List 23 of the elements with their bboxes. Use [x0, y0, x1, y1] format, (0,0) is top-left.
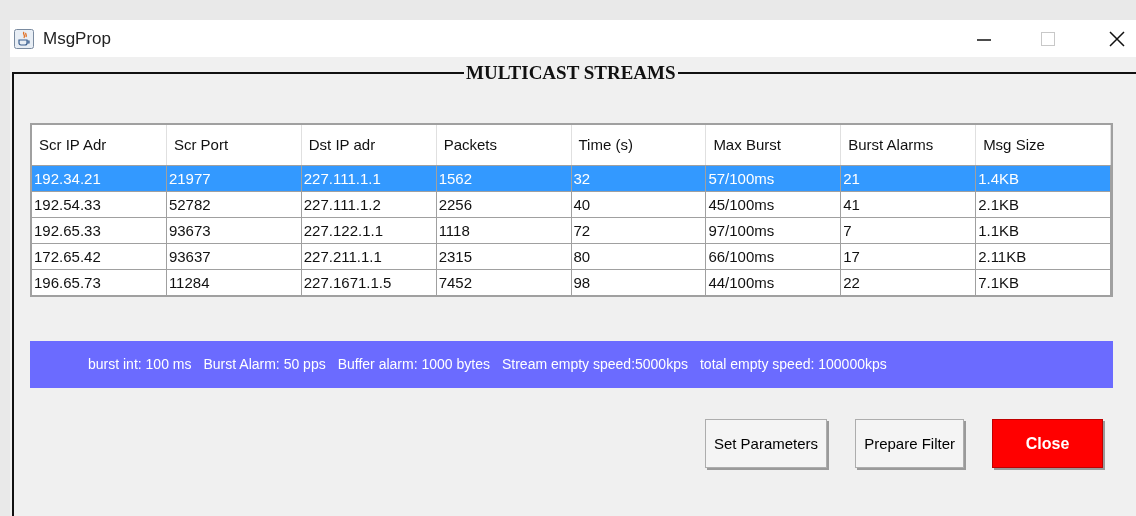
- close-icon[interactable]: [1108, 29, 1126, 48]
- dialog-button[interactable]: Close: [992, 419, 1103, 469]
- cup-icon: [14, 28, 34, 49]
- status-text: burst int: 100 ms: [88, 355, 192, 375]
- table-cell: 196.65.73: [32, 270, 167, 296]
- dialog-button[interactable]: Prepare Filter: [855, 419, 964, 469]
- table-cell: 7452: [436, 270, 572, 296]
- table-cell: 11284: [166, 270, 302, 296]
- table-cell: 22: [841, 270, 977, 296]
- table-cell: 227.1671.1.5: [301, 270, 437, 296]
- table-row[interactable]: 196.65.73 11284 227.1671.1.5 7452 98 44/100ms 22 7.1KB: [32, 269, 1111, 296]
- table-row[interactable]: 192.65.33 93673 227.122.1.1 1118 72 97/100ms 7 1.1KB: [32, 217, 1111, 244]
- table-cell: 7.1KB: [976, 270, 1111, 296]
- status-text: Stream empty speed:5000kps: [501, 355, 688, 375]
- status-text: Burst Alarm: 50 pps: [203, 355, 326, 375]
- dialog-button[interactable]: Set Parameters: [704, 419, 828, 469]
- table-cell: 98: [571, 270, 707, 296]
- table-row[interactable]: 172.65.42 93637 227.211.1.1 2315 80 66/100ms 17 2.11KB: [32, 243, 1111, 270]
- window-title: MsgProp: [43, 27, 112, 50]
- table-cell: 44/100ms: [706, 270, 842, 296]
- status-text: Buffer alarm: 1000 bytes: [337, 355, 490, 375]
- status-text: total empty speed: 100000kps: [699, 355, 887, 375]
- table-row[interactable]: 192.54.33 52782 227.111.1.2 2256 40 45/100ms 41 2.1KB: [32, 191, 1111, 218]
